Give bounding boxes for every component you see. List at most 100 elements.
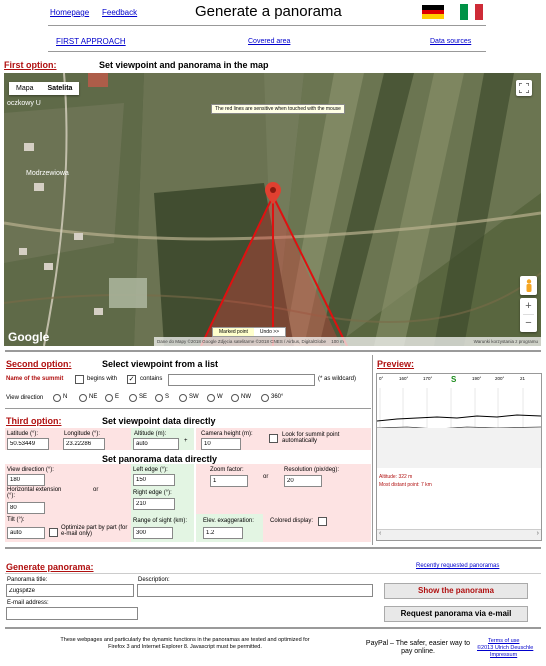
south-marker: S [451, 375, 457, 384]
map[interactable]: Mapa Satelita oczkowy U Modrzewiowa The … [4, 73, 541, 346]
begins-with-checkbox[interactable] [75, 375, 84, 384]
right-edge-input[interactable] [133, 498, 175, 510]
zoom-input[interactable] [210, 475, 248, 487]
tilt-input[interactable] [7, 527, 45, 539]
colored-checkbox[interactable] [318, 517, 327, 526]
recent-panoramas-link[interactable]: Recently requested panoramas [416, 563, 499, 569]
preview-altitude: Altitude: 322 m [379, 474, 413, 480]
third-option-label: Third option: [6, 416, 62, 426]
zoom-in-icon[interactable]: + [520, 298, 537, 314]
elev-input[interactable] [203, 527, 243, 539]
summit-label: Name of the summit [6, 376, 64, 382]
direction-360-label: 360° [271, 394, 284, 400]
undo-button[interactable]: Undo >> [254, 328, 285, 336]
tick-label: 170° [423, 376, 433, 381]
direction-n-radio[interactable] [53, 394, 61, 402]
copyright-link[interactable]: ©2013 Ulrich Deuschle [477, 645, 533, 651]
direction-w-radio[interactable] [207, 394, 215, 402]
footer-note: These webpages and particularly the dyna… [60, 637, 310, 650]
generate-divider [5, 573, 541, 574]
pegman-icon[interactable] [520, 276, 537, 295]
second-option-label: Second option: [6, 359, 72, 369]
attribution-text: Dane do Mapy ©2018 Google Zdjęcia sateli… [157, 339, 326, 344]
satellite-tab[interactable]: Satelita [41, 82, 80, 95]
marker-control: Marked point Undo >> [212, 327, 287, 337]
direction-e-radio[interactable] [105, 394, 113, 402]
direction-s-radio[interactable] [155, 394, 163, 402]
marker-pin-icon[interactable] [265, 182, 281, 204]
panorama-title-input[interactable] [6, 584, 134, 597]
imprint-link[interactable]: Impressum [490, 652, 517, 658]
section-divider-2 [5, 408, 371, 409]
resolution-input[interactable] [284, 475, 322, 487]
google-logo: Google [8, 330, 50, 344]
map-type-control: Mapa Satelita [9, 82, 80, 95]
scroll-right-icon[interactable]: › [537, 530, 539, 537]
direction-ne-radio[interactable] [79, 394, 87, 402]
place-label-2: oczkowy U [7, 100, 41, 107]
scroll-left-icon[interactable]: ‹ [379, 530, 381, 537]
request-email-button[interactable]: Request panorama via e-mail [384, 606, 528, 622]
direction-360-radio[interactable] [261, 394, 269, 402]
first-option-heading: Set viewpoint and panorama in the map [99, 60, 269, 70]
wildcard-note: (* as wildcard) [318, 376, 357, 382]
altitude-input[interactable] [133, 438, 179, 450]
direction-e-label: E [115, 394, 120, 400]
preview-distant: Most distant point: 7 km [379, 482, 432, 488]
preview-silhouette [377, 388, 541, 468]
second-option-heading: Select viewpoint from a list [102, 359, 219, 369]
view-direction-label: View direction [6, 395, 44, 401]
description-input[interactable] [137, 584, 373, 597]
contains-label: contains [140, 376, 163, 382]
map-tab[interactable]: Mapa [9, 82, 41, 95]
look-summit-label: Look for summit point automatically [282, 432, 340, 444]
preview-scrollbar[interactable]: ‹ › [377, 529, 541, 540]
direction-ne-label: NE [89, 394, 98, 400]
tick-label: 0° [379, 376, 384, 381]
terms-link[interactable]: Terms of use [488, 638, 519, 644]
feedback-link[interactable]: Feedback [102, 8, 137, 17]
nav-divider [48, 51, 486, 52]
camera-height-input[interactable] [201, 438, 241, 450]
direction-sw-radio[interactable] [179, 394, 187, 402]
preview-divider [372, 355, 373, 545]
left-edge-input[interactable] [133, 474, 175, 486]
tick-label: 200° [495, 376, 505, 381]
data-sources-link[interactable]: Data sources [430, 38, 471, 45]
direction-se-radio[interactable] [129, 394, 137, 402]
preview-label: Preview: [377, 359, 415, 369]
direction-nw-label: NW [241, 394, 251, 400]
look-summit-checkbox[interactable] [269, 434, 278, 443]
h-ext-input[interactable] [7, 502, 45, 514]
latitude-input[interactable] [7, 438, 49, 450]
show-panorama-button[interactable]: Show the panorama [384, 583, 528, 599]
first-approach-link[interactable]: FIRST APPROACH [56, 37, 126, 46]
italian-flag-icon[interactable] [460, 4, 484, 20]
map-tooltip: The red lines are sensitive when touched… [211, 104, 345, 114]
marked-point-button[interactable]: Marked point [213, 328, 254, 336]
summit-name-input[interactable] [168, 374, 315, 386]
covered-area-link[interactable]: Covered area [248, 38, 290, 45]
section-divider-4 [5, 627, 541, 629]
longitude-input[interactable] [63, 438, 105, 450]
optimize-checkbox[interactable] [49, 528, 58, 537]
fullscreen-icon[interactable] [516, 80, 532, 96]
map-terms-link[interactable]: Warunki korzystania z programu [474, 337, 538, 346]
direction-nw-radio[interactable] [231, 394, 239, 402]
contains-checkbox[interactable]: ✓ [127, 375, 136, 384]
zoom-out-icon[interactable]: − [520, 315, 537, 331]
range-input[interactable] [133, 527, 173, 539]
homepage-link[interactable]: Homepage [50, 8, 89, 17]
direction-w-label: W [217, 394, 223, 400]
view-dir-input[interactable] [7, 474, 45, 486]
tick-label: 160° [399, 376, 409, 381]
email-input[interactable] [6, 607, 138, 620]
section-divider-3 [5, 547, 541, 549]
camera-height-label: Camera height (m): [201, 431, 253, 437]
zoom-control: + − [520, 298, 537, 332]
third-option-heading: Set viewpoint data directly [102, 416, 216, 426]
h-ext-label: Horizontal extension (°): [7, 487, 62, 499]
direction-radios: N NE E SE S SW W NW 360° [51, 392, 291, 404]
german-flag-icon[interactable] [422, 5, 444, 19]
zoom-label: Zoom factor: [210, 467, 244, 473]
